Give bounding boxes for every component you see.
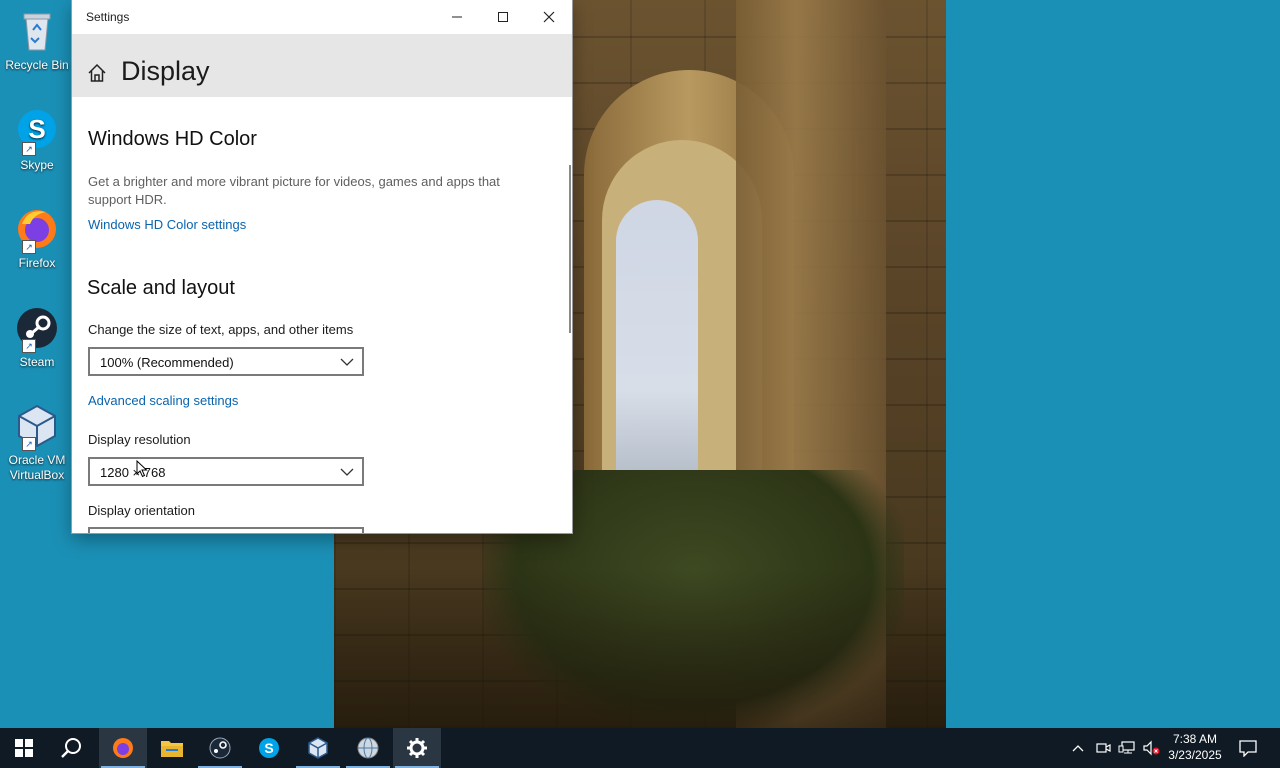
hdr-description: Get a brighter and more vibrant picture …: [88, 174, 500, 207]
desktop-icon-label: Oracle VM VirtualBox: [8, 453, 66, 482]
taskbar-firefox[interactable]: [99, 728, 147, 768]
shortcut-arrow-icon: ↗: [22, 437, 36, 451]
orientation-label: Display orientation: [88, 503, 195, 518]
network-globe-icon: [357, 737, 379, 759]
home-button[interactable]: [87, 63, 107, 88]
search-button[interactable]: [48, 728, 96, 768]
clock-time: 7:38 AM: [1172, 732, 1218, 746]
minimize-button[interactable]: [434, 0, 480, 34]
maximize-button[interactable]: [480, 0, 526, 34]
scale-dropdown-value: 100% (Recommended): [100, 355, 234, 370]
desktop-icon-label: Steam: [19, 355, 55, 369]
desktop-icon-skype[interactable]: S ↗ Skype: [2, 108, 72, 173]
close-icon: [543, 11, 555, 23]
desktop-icon-firefox[interactable]: ↗ Firefox: [2, 206, 72, 271]
firefox-icon: ↗: [14, 206, 60, 254]
window-title: Settings: [86, 10, 130, 24]
clock-date: 3/23/2025: [1168, 748, 1222, 762]
maximize-icon: [498, 12, 508, 22]
chevron-down-icon: [340, 358, 354, 366]
volume-muted-icon: [1143, 740, 1160, 756]
firefox-icon: [113, 738, 133, 758]
tray-volume-button[interactable]: [1140, 728, 1162, 768]
chevron-down-icon: [340, 468, 354, 476]
svg-text:S: S: [264, 740, 273, 756]
notification-icon: [1239, 740, 1257, 757]
scale-heading: Scale and layout: [87, 277, 235, 299]
tray-device-button[interactable]: [1093, 728, 1113, 768]
resolution-dropdown-value: 1280 × 768: [100, 465, 166, 480]
resolution-label: Display resolution: [88, 432, 191, 447]
search-icon: [61, 738, 81, 758]
start-icon: [15, 739, 33, 757]
hdr-settings-link[interactable]: Windows HD Color settings: [88, 217, 246, 232]
scale-dropdown[interactable]: 100% (Recommended): [88, 347, 364, 376]
file-explorer-icon: [161, 741, 183, 757]
steam-icon: ↗: [14, 305, 60, 353]
taskbar-network-app[interactable]: [344, 728, 392, 768]
page-title: Display: [121, 56, 210, 86]
desktop-icon-virtualbox[interactable]: ↗ Oracle VM VirtualBox: [2, 403, 72, 483]
desktop-icon-label: Firefox: [18, 256, 56, 270]
taskbar-settings[interactable]: [393, 728, 441, 768]
taskbar-virtualbox[interactable]: [294, 728, 342, 768]
show-hidden-icons-button[interactable]: [1068, 728, 1088, 768]
taskbar-clock[interactable]: 7:38 AM 3/23/2025: [1160, 731, 1230, 763]
recycle-bin-icon: [14, 8, 60, 54]
virtualbox-icon: [308, 737, 328, 759]
meet-now-icon: [1096, 743, 1111, 753]
scrollbar[interactable]: [569, 165, 571, 333]
action-center-button[interactable]: [1234, 728, 1262, 768]
shortcut-arrow-icon: ↗: [22, 339, 36, 353]
mouse-cursor-icon: [136, 460, 148, 478]
home-icon: [88, 63, 106, 82]
steam-icon: [209, 737, 231, 759]
chevron-up-icon: [1072, 745, 1084, 752]
desktop-icon-steam[interactable]: ↗ Steam: [2, 305, 72, 370]
svg-text:S: S: [28, 114, 45, 144]
settings-window[interactable]: Settings Display Windows HD Color Get a …: [72, 0, 572, 533]
skype-icon: S ↗: [14, 108, 60, 156]
virtualbox-icon: ↗: [14, 403, 60, 451]
close-button[interactable]: [526, 0, 572, 34]
advanced-scaling-link[interactable]: Advanced scaling settings: [88, 393, 238, 408]
skype-icon: S: [259, 738, 279, 758]
desktop-icon-label: Recycle Bin: [5, 58, 69, 72]
start-button[interactable]: [0, 728, 48, 768]
taskbar: S 7:38 AM 3/23/2025: [0, 728, 1280, 768]
taskbar-file-explorer[interactable]: [148, 728, 196, 768]
desktop-icon-label: Skype: [20, 158, 54, 172]
minimize-icon: [452, 16, 462, 18]
hdr-heading: Windows HD Color: [88, 128, 257, 150]
orientation-dropdown[interactable]: [88, 527, 364, 533]
shortcut-arrow-icon: ↗: [22, 142, 36, 156]
text-size-label: Change the size of text, apps, and other…: [88, 322, 354, 337]
shortcut-arrow-icon: ↗: [22, 240, 36, 254]
desktop-icon-recycle-bin[interactable]: Recycle Bin: [2, 8, 72, 73]
taskbar-skype[interactable]: S: [245, 728, 293, 768]
network-icon: [1118, 741, 1135, 754]
resolution-dropdown[interactable]: 1280 × 768: [88, 457, 364, 486]
settings-gear-icon: [407, 738, 427, 758]
tray-network-button[interactable]: [1116, 728, 1138, 768]
page-header: Display: [72, 34, 572, 97]
title-bar[interactable]: Settings: [72, 0, 572, 34]
taskbar-steam[interactable]: [196, 728, 244, 768]
